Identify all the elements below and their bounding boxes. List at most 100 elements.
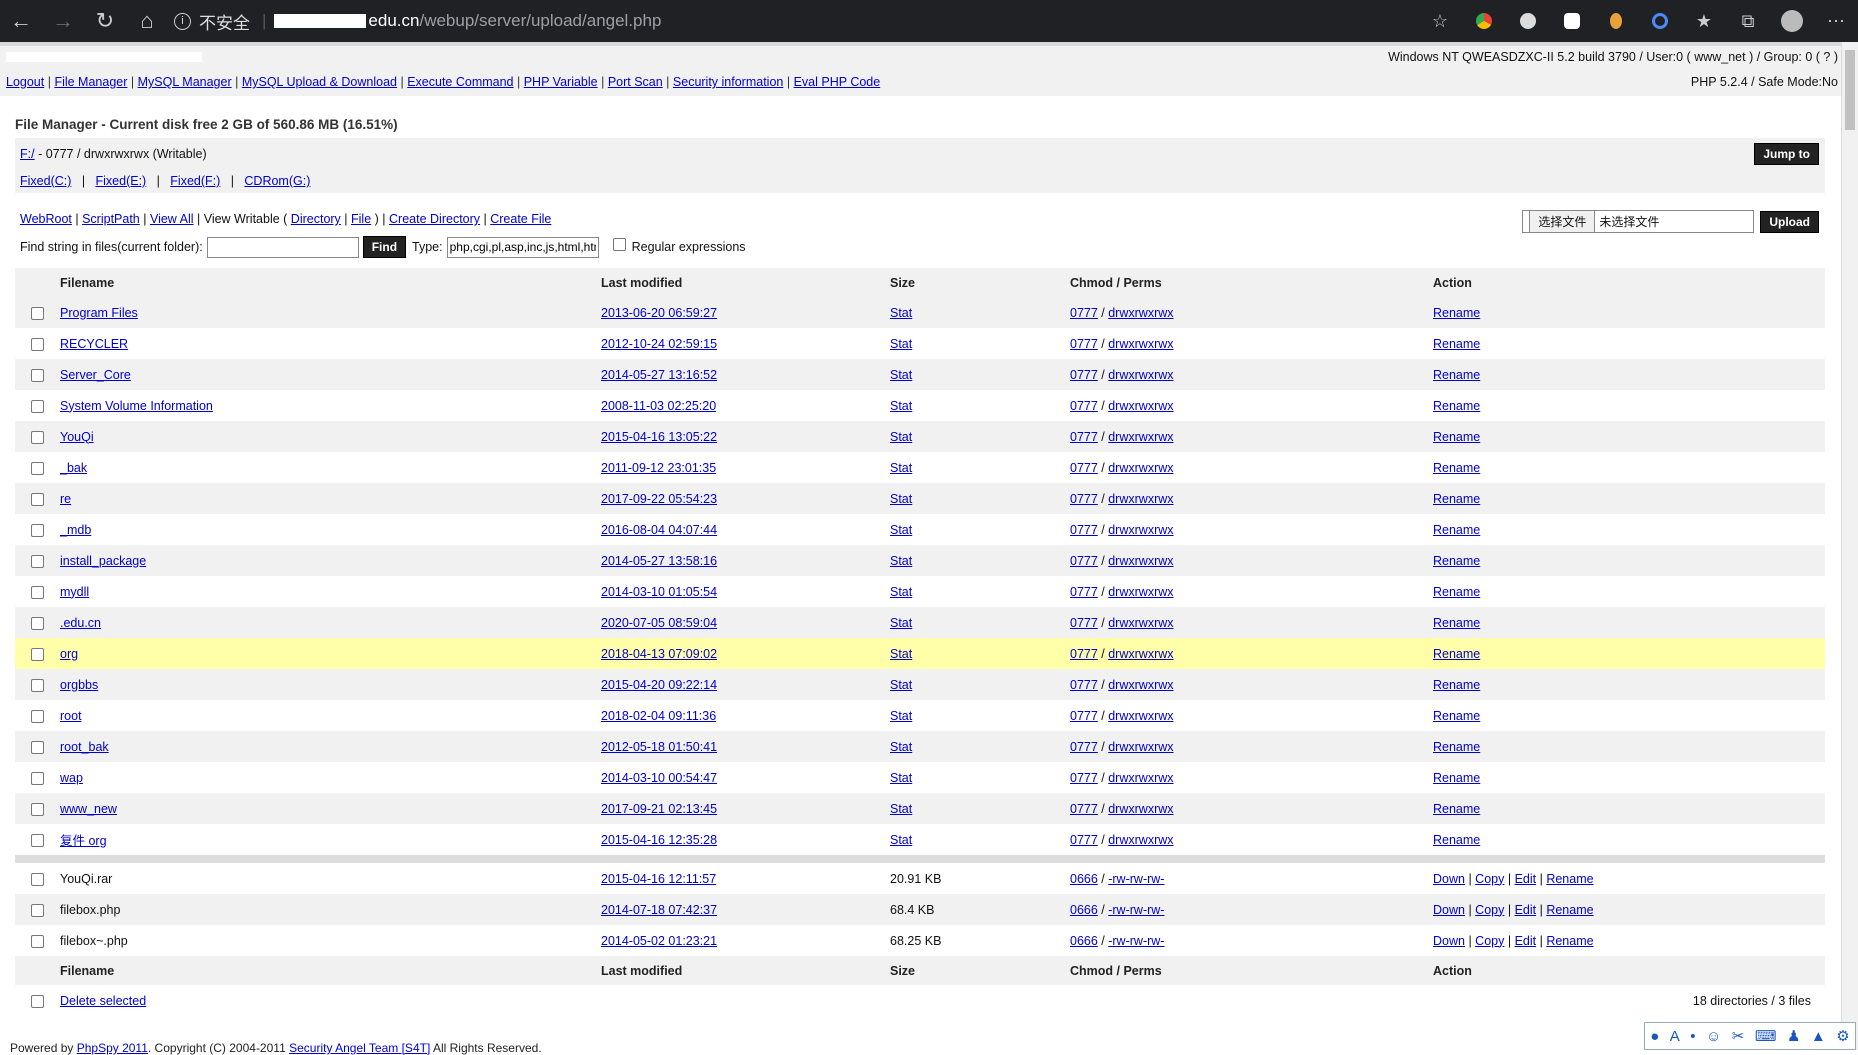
ime-logo-icon[interactable]: ● <box>1650 1028 1659 1045</box>
down-link[interactable]: Down <box>1433 903 1465 917</box>
rename-link[interactable]: Rename <box>1433 833 1480 847</box>
star-icon[interactable]: ☆ <box>1418 0 1462 42</box>
delete-selected-link[interactable]: Delete selected <box>60 994 146 1008</box>
row-checkbox[interactable] <box>31 586 44 599</box>
rename-link[interactable]: Rename <box>1546 903 1593 917</box>
extension-circle-icon[interactable] <box>1638 0 1682 42</box>
chmod-link[interactable]: 0777 <box>1070 833 1098 847</box>
chmod-link[interactable]: 0777 <box>1070 740 1098 754</box>
modified-link[interactable]: 2014-03-10 01:05:54 <box>601 585 717 599</box>
rename-link[interactable]: Rename <box>1433 585 1480 599</box>
menu-port-scan[interactable]: Port Scan <box>608 75 663 89</box>
back-icon[interactable]: ← <box>0 0 42 42</box>
modified-link[interactable]: 2015-04-16 12:35:28 <box>601 833 717 847</box>
info-icon[interactable]: i <box>174 13 191 30</box>
dir-name-link[interactable]: install_package <box>60 554 146 568</box>
stat-link[interactable]: Stat <box>890 554 912 568</box>
menu-logout[interactable]: Logout <box>6 75 44 89</box>
modified-link[interactable]: 2017-09-21 02:13:45 <box>601 802 717 816</box>
rename-link[interactable]: Rename <box>1433 523 1480 537</box>
jump-to-button[interactable]: Jump to <box>1754 143 1819 165</box>
chmod-link[interactable]: 0777 <box>1070 430 1098 444</box>
perms-link[interactable]: drwxrwxrwx <box>1108 616 1173 630</box>
copy-link[interactable]: Copy <box>1475 872 1504 886</box>
extension-capture-icon[interactable] <box>1550 0 1594 42</box>
menu-mysql-manager[interactable]: MySQL Manager <box>138 75 232 89</box>
stat-link[interactable]: Stat <box>890 337 912 351</box>
modified-link[interactable]: 2015-04-20 09:22:14 <box>601 678 717 692</box>
stat-link[interactable]: Stat <box>890 802 912 816</box>
modified-link[interactable]: 2014-05-02 01:23:21 <box>601 934 717 948</box>
chmod-link[interactable]: 0777 <box>1070 771 1098 785</box>
ime-scissors-icon[interactable]: ✂ <box>1732 1027 1745 1045</box>
rename-link[interactable]: Rename <box>1433 554 1480 568</box>
dir-name-link[interactable]: www_new <box>60 802 117 816</box>
stat-link[interactable]: Stat <box>890 306 912 320</box>
chmod-link[interactable]: 0777 <box>1070 647 1098 661</box>
copy-link[interactable]: Copy <box>1475 934 1504 948</box>
collections-icon[interactable]: ⧉ <box>1726 0 1770 42</box>
reload-icon[interactable]: ↻ <box>84 0 126 42</box>
ime-emoji-icon[interactable]: ☺ <box>1706 1028 1721 1045</box>
chmod-link[interactable]: 0666 <box>1070 903 1098 917</box>
perms-link[interactable]: -rw-rw-rw- <box>1108 903 1164 917</box>
page-scrollbar[interactable] <box>1841 42 1858 1050</box>
perms-link[interactable]: drwxrwxrwx <box>1108 647 1173 661</box>
dir-name-link[interactable]: mydll <box>60 585 89 599</box>
dir-name-link[interactable]: RECYCLER <box>60 337 128 351</box>
dir-name-link[interactable]: _mdb <box>60 523 91 537</box>
rename-link[interactable]: Rename <box>1546 872 1593 886</box>
chmod-link[interactable]: 0777 <box>1070 678 1098 692</box>
perms-link[interactable]: drwxrwxrwx <box>1108 709 1173 723</box>
rename-link[interactable]: Rename <box>1433 616 1480 630</box>
perms-link[interactable]: drwxrwxrwx <box>1108 337 1173 351</box>
select-all-checkbox[interactable] <box>31 995 44 1008</box>
modified-link[interactable]: 2020-07-05 08:59:04 <box>601 616 717 630</box>
chmod-link[interactable]: 0777 <box>1070 399 1098 413</box>
row-checkbox[interactable] <box>31 431 44 444</box>
stat-link[interactable]: Stat <box>890 771 912 785</box>
path-link[interactable]: F:/ <box>20 147 35 161</box>
chmod-link[interactable]: 0777 <box>1070 585 1098 599</box>
dir-name-link[interactable]: 复件 org <box>60 834 107 848</box>
address-bar[interactable]: i 不安全 | edu.cn /webup/server/upload/ange… <box>168 0 1418 42</box>
rename-link[interactable]: Rename <box>1433 306 1480 320</box>
create-directory-link[interactable]: Create Directory <box>389 212 480 226</box>
row-checkbox[interactable] <box>31 904 44 917</box>
dir-name-link[interactable]: Server_Core <box>60 368 131 382</box>
row-checkbox[interactable] <box>31 772 44 785</box>
drive-g-link[interactable]: CDRom(G:) <box>244 174 310 188</box>
modified-link[interactable]: 2017-09-22 05:54:23 <box>601 492 717 506</box>
choose-file-button[interactable]: 选择文件 <box>1529 210 1595 233</box>
stat-link[interactable]: Stat <box>890 492 912 506</box>
footer-phpspy-link[interactable]: PhpSpy 2011 <box>77 1041 148 1055</box>
stat-link[interactable]: Stat <box>890 399 912 413</box>
row-checkbox[interactable] <box>31 617 44 630</box>
perms-link[interactable]: drwxrwxrwx <box>1108 554 1173 568</box>
upload-button[interactable]: Upload <box>1760 211 1819 233</box>
modified-link[interactable]: 2012-05-18 01:50:41 <box>601 740 717 754</box>
stat-link[interactable]: Stat <box>890 523 912 537</box>
more-icon[interactable]: ⋯ <box>1814 0 1858 42</box>
menu-php-variable[interactable]: PHP Variable <box>524 75 598 89</box>
perms-link[interactable]: drwxrwxrwx <box>1108 523 1173 537</box>
rename-link[interactable]: Rename <box>1433 492 1480 506</box>
row-checkbox[interactable] <box>31 493 44 506</box>
perms-link[interactable]: drwxrwxrwx <box>1108 430 1173 444</box>
row-checkbox[interactable] <box>31 369 44 382</box>
modified-link[interactable]: 2013-06-20 06:59:27 <box>601 306 717 320</box>
dir-name-link[interactable]: root <box>60 709 82 723</box>
rename-link[interactable]: Rename <box>1433 771 1480 785</box>
row-checkbox[interactable] <box>31 834 44 847</box>
row-checkbox[interactable] <box>31 555 44 568</box>
modified-link[interactable]: 2016-08-04 04:07:44 <box>601 523 717 537</box>
rename-link[interactable]: Rename <box>1433 647 1480 661</box>
scrollbar-thumb[interactable] <box>1845 50 1855 130</box>
menu-security-information[interactable]: Security information <box>673 75 783 89</box>
menu-eval-php-code[interactable]: Eval PHP Code <box>794 75 881 89</box>
dir-name-link[interactable]: wap <box>60 771 83 785</box>
perms-link[interactable]: drwxrwxrwx <box>1108 740 1173 754</box>
modified-link[interactable]: 2008-11-03 02:25:20 <box>601 399 716 413</box>
regex-checkbox[interactable] <box>613 238 626 251</box>
row-checkbox[interactable] <box>31 524 44 537</box>
